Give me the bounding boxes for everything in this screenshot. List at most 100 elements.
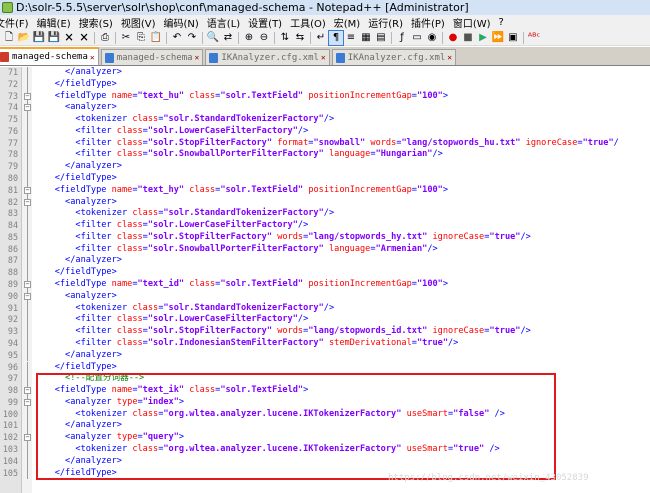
xml-attribute: class xyxy=(189,279,216,290)
xml-attribute: type xyxy=(116,396,138,407)
line-number: 100 xyxy=(2,408,18,419)
menu-item[interactable]: 视图(V) xyxy=(117,15,160,30)
xml-tag-text: /> xyxy=(448,337,459,348)
replace-icon[interactable]: ⇄ xyxy=(221,31,235,45)
xml-tag-text: <tokenizer xyxy=(34,114,133,125)
save-icon[interactable]: 💾 xyxy=(32,31,46,45)
fold-toggle-icon[interactable]: − xyxy=(24,432,31,444)
line-number: 88 xyxy=(7,267,18,278)
zoom-in-icon[interactable]: ⊕ xyxy=(242,31,256,45)
tab-3[interactable]: IKAnalyzer.cfg.xml ✕ xyxy=(205,49,330,65)
paste-icon[interactable]: 📋 xyxy=(149,31,163,45)
record-macro-icon[interactable]: ● xyxy=(446,31,460,45)
doc-map-icon[interactable]: ▤ xyxy=(374,31,388,45)
menu-item[interactable]: 文件(F) xyxy=(0,15,33,30)
print-icon[interactable]: ⎙ xyxy=(98,31,112,45)
close-tab-icon[interactable]: ✕ xyxy=(321,53,326,62)
xml-tag-text: <tokenizer xyxy=(34,443,133,454)
menu-item[interactable]: 插件(P) xyxy=(407,15,449,30)
menu-item[interactable]: 窗口(W) xyxy=(449,15,495,30)
editor-area[interactable]: 71 </analyzer> 72 </fieldType> 73− <fieldT… xyxy=(0,67,650,493)
indent-guide-icon[interactable]: ≡ xyxy=(344,31,358,45)
sync-scroll-h-icon[interactable]: ⇆ xyxy=(293,31,307,45)
fold-line xyxy=(24,408,31,421)
line-number: 93 xyxy=(7,326,18,337)
fold-line xyxy=(24,67,31,79)
undo-icon[interactable]: ↶ xyxy=(170,31,184,45)
xml-attribute: class xyxy=(116,137,143,148)
xml-attribute-value: "solr.StandardTokenizerFactory" xyxy=(163,208,324,219)
stop-macro-icon[interactable]: ■ xyxy=(461,31,475,45)
user-defined-lang-icon[interactable]: ▦ xyxy=(359,31,373,45)
copy-icon[interactable]: ⎘ xyxy=(134,31,148,45)
xml-tag-text: /> xyxy=(323,208,335,219)
save-macro-icon[interactable]: ▣ xyxy=(506,31,520,45)
tab-1[interactable]: managed-schema ✕ xyxy=(0,47,99,65)
fold-toggle-icon[interactable]: − xyxy=(24,279,31,291)
watermark-text: https://blog.csdn.net/weixin_43052839 xyxy=(388,473,589,483)
xml-attribute-value: "solr.LowerCaseFilterFactory" xyxy=(147,125,298,136)
xml-attribute-value: "solr.TextField" xyxy=(220,279,304,290)
xml-tag-text: <analyzer> xyxy=(34,196,117,207)
line-number: 101 xyxy=(2,420,18,431)
show-all-chars-icon[interactable]: ¶ xyxy=(328,29,344,46)
redo-icon[interactable]: ↷ xyxy=(185,31,199,45)
close-icon[interactable]: 🗙 xyxy=(62,31,76,45)
menu-item[interactable]: 编码(N) xyxy=(160,15,203,30)
xml-attribute-value: "solr.LowerCaseFilterFactory" xyxy=(147,220,298,231)
find-icon[interactable]: 🔍 xyxy=(206,31,220,45)
xml-attribute: class xyxy=(189,385,216,396)
function-list-icon[interactable]: ƒ xyxy=(395,31,409,45)
xml-attribute-value: "org.wltea.analyzer.lucene.IKTokenizerFa… xyxy=(163,408,402,419)
cut-icon[interactable]: ✂ xyxy=(119,31,133,45)
new-file-icon[interactable]: 🗋 xyxy=(2,31,16,45)
code-line: 104 </analyzer> xyxy=(0,455,650,468)
tab-2[interactable]: managed-schema ✕ xyxy=(100,49,204,65)
line-number: 80 xyxy=(7,173,18,184)
xml-attribute-value: "solr.TextField" xyxy=(220,184,304,195)
menu-item[interactable]: 工具(O) xyxy=(286,15,330,30)
xml-attribute: class xyxy=(132,208,159,219)
monitoring-icon[interactable]: ◉ xyxy=(425,31,439,45)
xml-tag-text: <fieldType xyxy=(34,90,112,101)
xml-attribute-value: "true" xyxy=(453,443,485,454)
spell-check-icon[interactable]: ᴬᴮᶜ xyxy=(527,31,541,45)
menu-item[interactable]: 运行(R) xyxy=(364,15,407,30)
xml-comment: <!--配置分词器--> xyxy=(34,373,145,384)
folder-as-workspace-icon[interactable]: ▭ xyxy=(410,31,424,45)
run-macro-multiple-icon[interactable]: ⏩ xyxy=(491,31,505,45)
fold-toggle-icon[interactable]: − xyxy=(24,385,31,397)
word-wrap-icon[interactable]: ↵ xyxy=(314,31,328,45)
tab-bar: managed-schema ✕ managed-schema ✕ IKAnalyzer… xyxy=(0,47,650,66)
tab-label: managed-schema xyxy=(116,52,193,63)
menu-item[interactable]: 设置(T) xyxy=(244,15,286,30)
code-line: 91 <tokenizer class="solr.StandardTokeni… xyxy=(0,302,650,315)
menu-item[interactable]: 宏(M) xyxy=(330,15,364,30)
fold-toggle-icon[interactable]: − xyxy=(24,396,31,409)
fold-toggle-icon[interactable]: − xyxy=(24,102,31,115)
fold-toggle-icon[interactable]: − xyxy=(24,290,31,303)
xml-attribute: class xyxy=(132,302,159,313)
xml-tag-text: <analyzer> xyxy=(34,290,117,301)
xml-attribute-value: "solr.StopFilterFactory" xyxy=(147,137,273,148)
tab-4[interactable]: IKAnalyzer.cfg.xml ✕ xyxy=(331,49,457,65)
xml-attribute: ignoreCase xyxy=(432,326,485,337)
menu-item[interactable]: ? xyxy=(495,17,508,28)
close-tab-icon[interactable]: ✕ xyxy=(90,53,95,62)
close-tab-icon[interactable]: ✕ xyxy=(195,53,200,62)
fold-toggle-icon[interactable]: − xyxy=(24,90,31,103)
zoom-out-icon[interactable]: ⊖ xyxy=(257,31,271,45)
fold-toggle-icon[interactable]: − xyxy=(24,196,31,209)
xml-attribute-value: "query" xyxy=(142,432,179,443)
play-macro-icon[interactable]: ▶ xyxy=(476,31,490,45)
menu-item[interactable]: 语言(L) xyxy=(203,15,244,30)
menu-item[interactable]: 编辑(E) xyxy=(33,15,75,30)
save-all-icon[interactable]: 💾 xyxy=(47,31,61,45)
sync-scroll-v-icon[interactable]: ⇅ xyxy=(278,31,292,45)
fold-toggle-icon[interactable]: − xyxy=(24,184,31,197)
menu-item[interactable]: 搜索(S) xyxy=(75,15,117,30)
line-number: 105 xyxy=(2,467,18,478)
close-all-icon[interactable]: 🗙 xyxy=(77,31,91,45)
close-tab-icon[interactable]: ✕ xyxy=(447,53,452,62)
open-file-icon[interactable]: 📂 xyxy=(17,31,31,45)
